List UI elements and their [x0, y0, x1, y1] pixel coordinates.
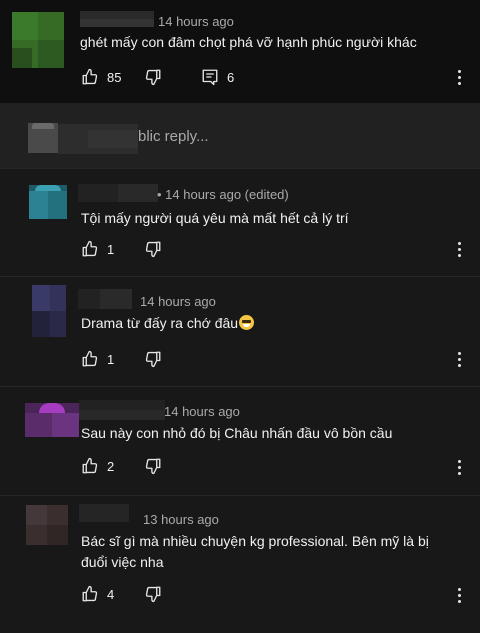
- reply-text: Bác sĩ gì mà nhiều chuyện kg professiona…: [81, 533, 429, 570]
- like-button[interactable]: 85: [81, 68, 121, 86]
- blurred-placeholder-start: [58, 124, 138, 154]
- blurred-username[interactable]: [80, 11, 154, 27]
- more-vertical-icon[interactable]: [456, 460, 462, 478]
- thumb-up-icon: [82, 457, 98, 474]
- thumb-up-icon: [82, 68, 98, 85]
- dislike-button[interactable]: [144, 585, 162, 603]
- comment-time: 14 hours ago: [158, 14, 234, 29]
- reply-time: 13 hours ago: [143, 512, 219, 527]
- public-reply-placeholder[interactable]: blic reply...: [138, 128, 209, 145]
- dislike-button[interactable]: [144, 350, 162, 368]
- like-count: 1: [107, 351, 115, 367]
- more-vertical-icon[interactable]: [456, 70, 462, 88]
- dislike-button[interactable]: [144, 457, 162, 475]
- thumb-down-icon: [145, 69, 161, 86]
- public-reply-bar[interactable]: blic reply...: [0, 103, 480, 168]
- like-button[interactable]: 1: [81, 240, 114, 258]
- like-button[interactable]: 2: [81, 457, 114, 475]
- own-avatar: [28, 123, 58, 153]
- thumb-down-icon: [145, 241, 161, 258]
- thumb-up-icon: [82, 240, 98, 257]
- reply-avatar[interactable]: [32, 285, 66, 337]
- divider: [0, 386, 480, 387]
- blurred-username[interactable]: [79, 400, 165, 420]
- commenter-avatar[interactable]: [12, 12, 64, 68]
- reply-text: Tội mấy người quá yêu mà mất hết cả lý t…: [81, 210, 349, 226]
- thumb-down-icon: [145, 586, 161, 603]
- thumb-up-icon: [82, 585, 98, 602]
- reply-icon: [202, 69, 218, 86]
- reply-text: Drama từ đấy ra chớ đâu: [81, 313, 441, 334]
- like-count: 2: [107, 458, 115, 474]
- grimacing-face-emoji: [239, 315, 255, 330]
- blurred-username[interactable]: [79, 504, 129, 522]
- dislike-button[interactable]: [144, 240, 162, 258]
- divider: [0, 495, 480, 496]
- thumb-down-icon: [145, 458, 161, 475]
- dislike-button[interactable]: [144, 68, 162, 86]
- more-vertical-icon[interactable]: [456, 352, 462, 370]
- divider: [0, 168, 480, 169]
- reply-avatar[interactable]: [29, 185, 67, 219]
- top-comment: 14 hours ago ghét mấy con đâm chọt phá v…: [0, 0, 480, 103]
- like-count: 4: [107, 586, 115, 602]
- reply-avatar[interactable]: [26, 505, 68, 545]
- thumb-up-icon: [82, 350, 98, 367]
- reply-time: 14 hours ago: [164, 404, 240, 419]
- like-button[interactable]: 1: [81, 350, 114, 368]
- blurred-username[interactable]: [78, 289, 132, 309]
- reply-avatar[interactable]: [25, 403, 79, 437]
- more-vertical-icon[interactable]: [456, 242, 462, 260]
- like-count: 85: [107, 69, 122, 85]
- reply-list: • 14 hours ago (edited) Tội mấy người qu…: [0, 168, 480, 633]
- blurred-username[interactable]: [78, 184, 158, 202]
- reply-text: Sau này con nhỏ đó bị Châu nhấn đầu vô b…: [81, 425, 393, 441]
- like-count: 1: [107, 241, 115, 257]
- reply-text-content: Drama từ đấy ra chớ đâu: [81, 315, 239, 331]
- reply-count: 6: [227, 69, 235, 85]
- divider: [0, 276, 480, 277]
- thumb-down-icon: [145, 351, 161, 368]
- reply-time: 14 hours ago: [140, 294, 216, 309]
- comment-text: ghét mấy con đâm chọt phá vỡ hạnh phúc n…: [80, 34, 417, 50]
- replies-button[interactable]: 6: [201, 68, 234, 86]
- like-button[interactable]: 4: [81, 585, 114, 603]
- more-vertical-icon[interactable]: [456, 588, 462, 606]
- reply-time-edited: • 14 hours ago (edited): [157, 187, 289, 202]
